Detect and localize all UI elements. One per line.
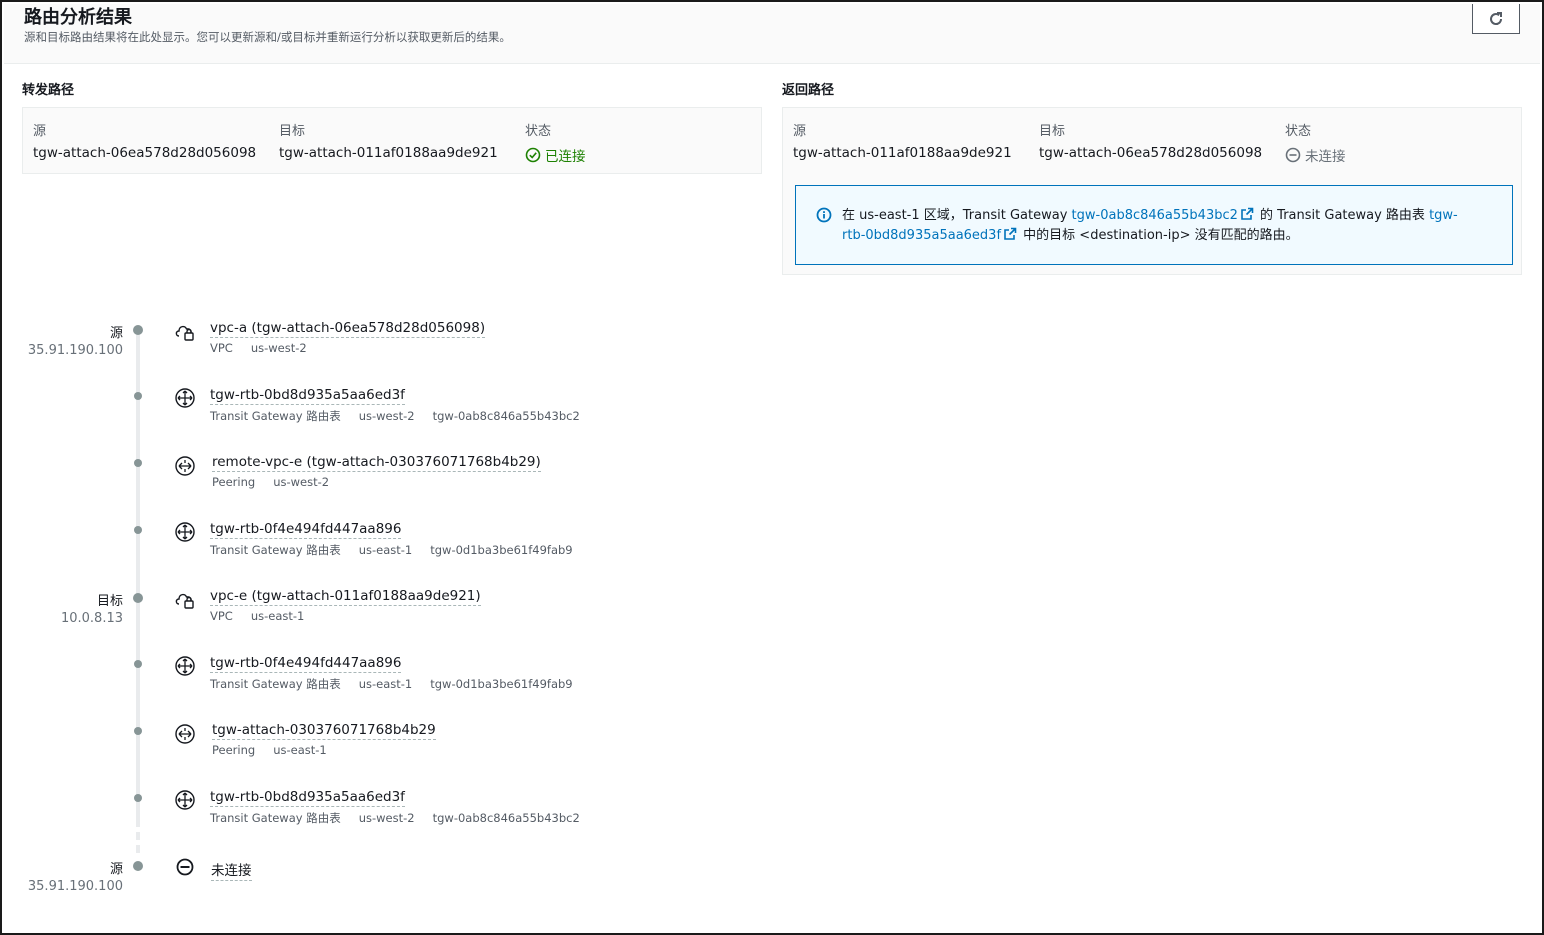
- timeline-node-meta: VPC us-west-2: [210, 341, 325, 355]
- timeline-line: [136, 332, 140, 827]
- timeline-node-title[interactable]: tgw-rtb-0bd8d935a5aa6ed3f: [210, 789, 405, 807]
- timeline-source-ip: 35.91.190.100: [27, 343, 123, 358]
- timeline-target-ip: 10.0.8.13: [60, 611, 123, 626]
- timeline-dot: [134, 660, 142, 668]
- forward-path-title: 转发路径: [22, 83, 75, 98]
- route-table-icon: [175, 790, 195, 810]
- node-meta-region: us-west-2: [273, 475, 330, 489]
- not-connected-icon: [176, 858, 194, 876]
- timeline-dot: [133, 593, 143, 603]
- node-meta-region: us-east-1: [273, 743, 327, 757]
- return-source-value: tgw-attach-011af0188aa9de921: [793, 145, 1012, 161]
- return-path-title: 返回路径: [782, 83, 835, 98]
- refresh-icon: [1490, 11, 1503, 25]
- forward-status-text: 已连接: [545, 149, 586, 165]
- timeline-node-meta: Transit Gateway 路由表 us-east-1 tgw-0d1ba3be…: [210, 676, 591, 692]
- timeline-end-label: 源: [109, 862, 123, 877]
- peering-icon: [175, 456, 195, 476]
- node-meta-type: Transit Gateway 路由表: [210, 811, 341, 825]
- forward-source-label: 源: [33, 124, 47, 139]
- forward-target-value: tgw-attach-011af0188aa9de921: [279, 145, 498, 161]
- return-target-value: tgw-attach-06ea578d28d056098: [1039, 145, 1263, 161]
- node-meta-region: us-east-1: [358, 677, 413, 691]
- node-meta-type: Peering: [212, 475, 256, 489]
- node-meta-region: us-east-1: [250, 609, 305, 623]
- return-status-label: 状态: [1285, 124, 1312, 139]
- forward-status-label: 状态: [525, 124, 552, 139]
- node-meta-region: us-east-1: [358, 543, 413, 557]
- timeline-dot: [134, 794, 142, 802]
- refresh-button[interactable]: [1472, 4, 1520, 34]
- external-link-icon[interactable]: [1003, 227, 1017, 241]
- timeline-dot: [134, 727, 142, 735]
- timeline-node-meta: Transit Gateway 路由表 us-west-2 tgw-0ab8c846…: [210, 408, 598, 424]
- peering-icon: [175, 724, 195, 744]
- node-meta-type: Peering: [212, 743, 256, 757]
- timeline-target-label: 目标: [96, 594, 123, 609]
- node-meta-type: VPC: [210, 341, 233, 355]
- alert-text-part1: 在 us-east-1 区域，Transit Gateway: [842, 208, 1072, 223]
- external-link-icon[interactable]: [1240, 207, 1254, 221]
- alert-text-part2: 的 Transit Gateway 路由表: [1255, 208, 1430, 223]
- page-description: 源和目标路由结果将在此处显示。您可以更新源和/或目标并重新运行分析以获取更新后的…: [24, 30, 511, 44]
- forward-status: 已连接: [525, 145, 586, 165]
- return-target-label: 目标: [1039, 124, 1066, 139]
- timeline-node-title[interactable]: vpc-a (tgw-attach-06ea578d28d056098): [210, 320, 486, 338]
- timeline-node-title[interactable]: vpc-e (tgw-attach-011af0188aa9de921): [210, 588, 481, 606]
- node-meta-region: us-west-2: [358, 409, 415, 423]
- not-connected-icon: [1285, 147, 1301, 163]
- vpc-cloud-icon: [175, 325, 194, 341]
- timeline-node-meta: Transit Gateway 路由表 us-east-1 tgw-0d1ba3be…: [210, 542, 591, 558]
- node-meta-gateway: tgw-0d1ba3be61f49fab9: [430, 543, 573, 557]
- timeline-node-meta: Transit Gateway 路由表 us-west-2 tgw-0ab8c846…: [210, 810, 598, 826]
- timeline-line-dash: [136, 845, 140, 853]
- timeline-node-title[interactable]: tgw-attach-030376071768b4b29: [212, 722, 436, 740]
- return-status-text: 未连接: [1305, 149, 1346, 165]
- page-frame: 路由分析结果 源和目标路由结果将在此处显示。您可以更新源和/或目标并重新运行分析…: [0, 0, 1544, 935]
- node-meta-gateway: tgw-0ab8c846a55b43bc2: [432, 811, 580, 825]
- return-source-label: 源: [793, 124, 807, 139]
- timeline-end-ip: 35.91.190.100: [27, 879, 123, 894]
- page-header: 路由分析结果 源和目标路由结果将在此处显示。您可以更新源和/或目标并重新运行分析…: [4, 4, 1540, 64]
- forward-source-value: tgw-attach-06ea578d28d056098: [33, 145, 257, 161]
- timeline-node-meta: Peering us-west-2: [212, 475, 347, 489]
- node-meta-type: Transit Gateway 路由表: [210, 409, 341, 423]
- forward-path-panel: 源 tgw-attach-06ea578d28d056098 目标 tgw-at…: [22, 107, 762, 174]
- node-meta-type: Transit Gateway 路由表: [210, 677, 341, 691]
- transit-gateway-link[interactable]: tgw-0ab8c846a55b43bc2: [1072, 208, 1238, 223]
- timeline-dot: [133, 861, 143, 871]
- timeline-dot: [133, 325, 143, 335]
- timeline-dot: [134, 459, 142, 467]
- timeline-node-title[interactable]: remote-vpc-e (tgw-attach-030376071768b4b…: [212, 454, 541, 472]
- node-meta-type: VPC: [210, 609, 233, 623]
- return-status: 未连接: [1285, 145, 1346, 165]
- timeline-node-title[interactable]: tgw-rtb-0bd8d935a5aa6ed3f: [210, 387, 405, 405]
- timeline-line-dash: [136, 832, 140, 840]
- timeline-node-meta: VPC us-east-1: [210, 609, 322, 623]
- timeline-source-label: 源: [109, 326, 123, 341]
- route-table-icon: [175, 522, 195, 542]
- timeline-dot: [134, 392, 142, 400]
- timeline-dot: [134, 526, 142, 534]
- timeline-node-title[interactable]: tgw-rtb-0f4e494fd447aa896: [210, 521, 402, 539]
- timeline-node-title[interactable]: 未连接: [211, 859, 252, 881]
- vpc-cloud-icon: [175, 593, 194, 609]
- node-meta-gateway: tgw-0d1ba3be61f49fab9: [430, 677, 573, 691]
- node-meta-gateway: tgw-0ab8c846a55b43bc2: [432, 409, 580, 423]
- route-table-icon: [175, 388, 195, 408]
- node-meta-region: us-west-2: [250, 341, 307, 355]
- info-alert: 在 us-east-1 区域，Transit Gateway tgw-0ab8c…: [795, 185, 1513, 265]
- alert-text: 在 us-east-1 区域，Transit Gateway tgw-0ab8c…: [842, 206, 1472, 246]
- route-table-icon: [175, 656, 195, 676]
- page-title: 路由分析结果: [24, 7, 132, 28]
- node-meta-type: Transit Gateway 路由表: [210, 543, 341, 557]
- node-meta-region: us-west-2: [358, 811, 415, 825]
- forward-target-label: 目标: [279, 124, 306, 139]
- timeline-node-meta: Peering us-east-1: [212, 743, 345, 757]
- alert-text-part3: 中的目标 <destination-ip> 没有匹配的路由。: [1019, 228, 1299, 243]
- info-icon: [816, 207, 832, 223]
- success-check-icon: [525, 147, 541, 163]
- timeline-node-title[interactable]: tgw-rtb-0f4e494fd447aa896: [210, 655, 402, 673]
